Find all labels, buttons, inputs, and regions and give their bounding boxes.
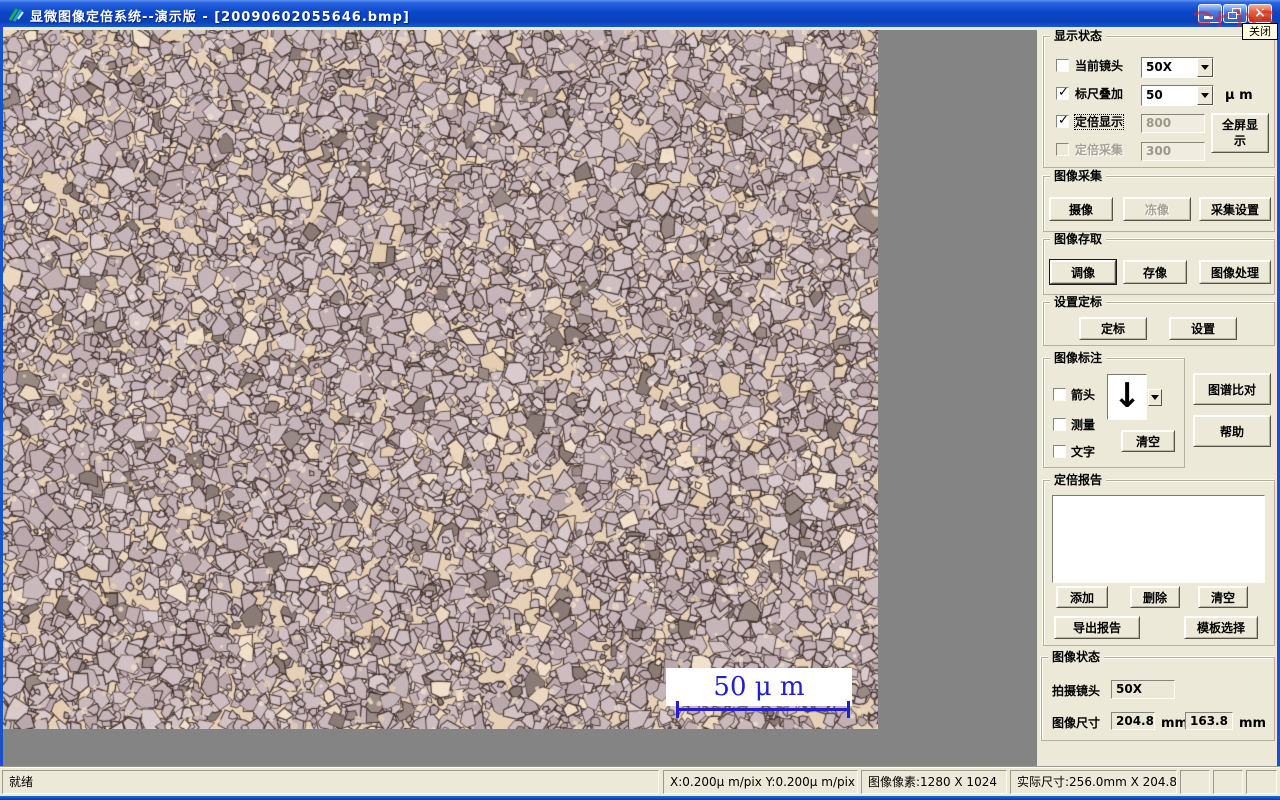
down-arrow-icon: ↓ bbox=[1112, 376, 1142, 416]
scale-bar-label: 50 μ m bbox=[666, 668, 852, 706]
template-select-button[interactable]: 模板选择 bbox=[1184, 616, 1258, 639]
label-lens: 拍摄镜头 bbox=[1052, 684, 1101, 698]
group-capture: 图像采集 摄像 冻像 采集设置 bbox=[1043, 169, 1275, 232]
lens-value-field: 50X bbox=[1111, 680, 1175, 699]
label-arrow: 箭头 bbox=[1071, 388, 1096, 402]
group-title: 图像标注 bbox=[1050, 351, 1107, 366]
group-display-status: 显示状态 当前镜头 50X 标尺叠加 50 μ m 定倍显示 800 定倍采集 … bbox=[1043, 29, 1275, 168]
close-button[interactable]: × bbox=[1248, 4, 1272, 23]
checkbox-fixed-capture bbox=[1056, 143, 1069, 156]
checkbox-fixed-display[interactable] bbox=[1056, 113, 1069, 128]
clear-report-button[interactable]: 清空 bbox=[1198, 586, 1248, 608]
window-title: 显微图像定倍系统--演示版 - [20090602055646.bmp] bbox=[30, 10, 410, 25]
calibrate-button[interactable]: 定标 bbox=[1079, 317, 1147, 340]
chevron-down-icon[interactable] bbox=[1197, 86, 1213, 105]
micrograph-image[interactable] bbox=[3, 30, 878, 729]
unit-label: μ m bbox=[1225, 88, 1253, 103]
scale-bar-tick-left bbox=[676, 701, 679, 718]
add-button[interactable]: 添加 bbox=[1056, 586, 1108, 608]
group-title: 显示状态 bbox=[1050, 29, 1107, 44]
group-title: 图像采集 bbox=[1050, 169, 1107, 184]
delete-button[interactable]: 删除 bbox=[1130, 586, 1180, 608]
status-spare-1 bbox=[1180, 770, 1210, 794]
group-image-status: 图像状态 拍摄镜头 50X 图像尺寸 204.8 mm 163.8 mm bbox=[1041, 650, 1275, 741]
group-title: 图像状态 bbox=[1048, 650, 1105, 665]
label-text: 文字 bbox=[1071, 445, 1096, 459]
input-fixed-display: 800 bbox=[1141, 114, 1205, 133]
label-measure: 测量 bbox=[1071, 418, 1096, 432]
minimize-button[interactable] bbox=[1198, 4, 1222, 23]
help-button[interactable]: 帮助 bbox=[1193, 415, 1271, 447]
export-report-button[interactable]: 导出报告 bbox=[1054, 616, 1140, 639]
freeze-button: 冻像 bbox=[1123, 197, 1191, 221]
title-bar: 显微图像定倍系统--演示版 - [20090602055646.bmp] × bbox=[0, 0, 1280, 28]
clear-annotation-button[interactable]: 清空 bbox=[1121, 430, 1175, 452]
chevron-down-icon[interactable] bbox=[1197, 58, 1213, 77]
checkbox-scale-overlay[interactable] bbox=[1056, 85, 1069, 100]
status-actual-size: 实际尺寸:256.0mm X 204.8mm bbox=[1010, 770, 1177, 794]
height-unit-label: mm bbox=[1239, 716, 1267, 731]
status-spare-2 bbox=[1213, 770, 1243, 794]
save-image-button[interactable]: 存像 bbox=[1123, 260, 1187, 284]
scale-bar-tick-right bbox=[847, 701, 850, 718]
capture-settings-button[interactable]: 采集设置 bbox=[1199, 197, 1271, 221]
image-processing-button[interactable]: 图像处理 bbox=[1199, 260, 1271, 284]
atlas-compare-button[interactable]: 图谱比对 bbox=[1193, 373, 1271, 405]
label-scale-overlay: 标尺叠加 bbox=[1075, 87, 1124, 101]
image-width-field: 204.8 bbox=[1111, 712, 1155, 730]
checkbox-measure[interactable] bbox=[1053, 418, 1066, 431]
label-image-size: 图像尺寸 bbox=[1052, 716, 1101, 730]
frame-edge bbox=[0, 796, 1280, 800]
group-calibration: 设置定标 定标 设置 bbox=[1043, 295, 1275, 346]
label-fixed-display: 定倍显示 bbox=[1073, 114, 1125, 130]
status-pixel-scale: X:0.200μ m/pix Y:0.200μ m/pix bbox=[663, 770, 858, 794]
close-tooltip: 关闭 bbox=[1242, 23, 1278, 40]
image-height-field: 163.8 bbox=[1185, 712, 1233, 730]
app-icon bbox=[8, 8, 24, 22]
checkbox-arrow[interactable] bbox=[1053, 388, 1066, 401]
minimize-icon bbox=[1204, 16, 1213, 19]
status-bar: 就绪 X:0.200μ m/pix Y:0.200μ m/pix 图像像素:12… bbox=[0, 766, 1280, 796]
scale-bar-text: 50 μ m bbox=[713, 672, 805, 702]
capture-button[interactable]: 摄像 bbox=[1049, 197, 1113, 221]
label-fixed-capture: 定倍采集 bbox=[1075, 143, 1124, 157]
status-ready: 就绪 bbox=[2, 770, 659, 794]
checkbox-text[interactable] bbox=[1053, 445, 1066, 458]
scale-bar-line bbox=[676, 708, 850, 711]
chevron-down-icon bbox=[1151, 395, 1159, 400]
group-annotation: 图像标注 箭头 测量 文字 ↓ 清空 bbox=[1043, 351, 1185, 468]
group-title: 设置定标 bbox=[1050, 295, 1107, 310]
fullscreen-button[interactable]: 全屏显示 bbox=[1211, 113, 1269, 153]
group-title: 定倍报告 bbox=[1050, 473, 1107, 488]
settings-button[interactable]: 设置 bbox=[1169, 317, 1237, 340]
group-report: 定倍报告 添加 删除 清空 导出报告 模板选择 bbox=[1043, 473, 1275, 646]
report-list[interactable] bbox=[1052, 495, 1265, 583]
combo-current-lens[interactable]: 50X bbox=[1141, 57, 1214, 78]
close-icon: × bbox=[1254, 5, 1266, 21]
group-title: 图像存取 bbox=[1050, 232, 1107, 247]
label-current-lens: 当前镜头 bbox=[1075, 59, 1124, 73]
image-viewport: 50 μ m bbox=[3, 30, 1037, 766]
restore-button[interactable] bbox=[1223, 4, 1247, 23]
arrow-style-selector[interactable]: ↓ bbox=[1107, 374, 1147, 420]
checkbox-current-lens[interactable] bbox=[1056, 59, 1069, 72]
input-fixed-capture: 300 bbox=[1141, 142, 1205, 161]
status-spare-3 bbox=[1246, 770, 1277, 794]
arrow-style-dropdown-button[interactable] bbox=[1148, 389, 1162, 406]
status-image-pixels: 图像像素:1280 X 1024 bbox=[861, 770, 1007, 794]
app-window: 显微图像定倍系统--演示版 - [20090602055646.bmp] × 关… bbox=[0, 0, 1280, 800]
group-storage: 图像存取 调像 存像 图像处理 bbox=[1043, 232, 1275, 295]
control-panel: 显示状态 当前镜头 50X 标尺叠加 50 μ m 定倍显示 800 定倍采集 … bbox=[1037, 27, 1277, 766]
combo-scale-value[interactable]: 50 bbox=[1141, 85, 1214, 106]
load-image-button[interactable]: 调像 bbox=[1049, 259, 1117, 285]
